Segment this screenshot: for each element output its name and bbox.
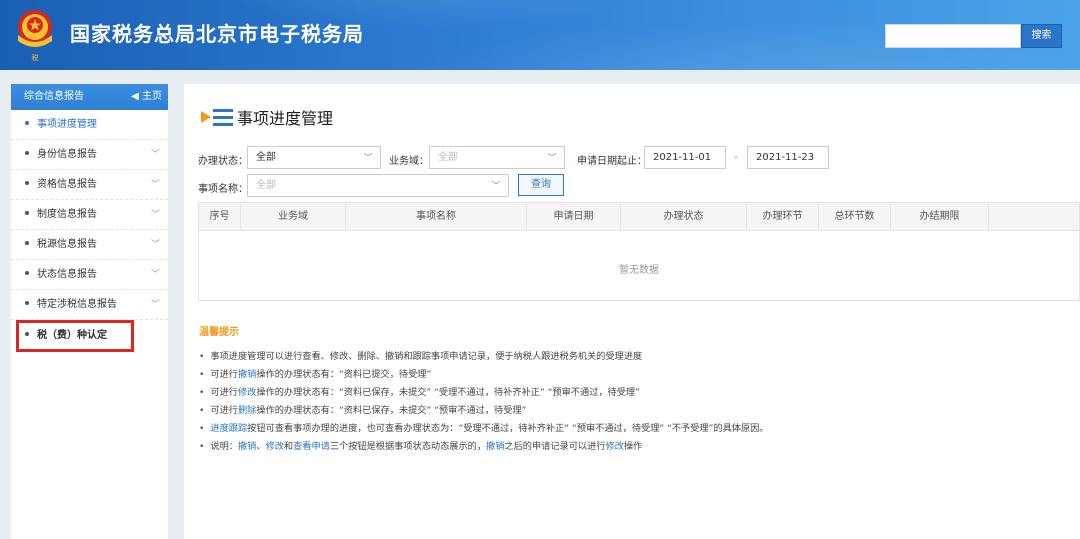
sidebar-item-tax-type-identification[interactable]: 税（费）种认定	[16, 320, 134, 352]
bullet-icon	[25, 181, 29, 185]
svg-text:税: 税	[32, 53, 39, 62]
sidebar-item-system[interactable]: 制度信息报告 ﹀	[11, 200, 168, 230]
domain-select[interactable]: 全部 ﹀	[429, 146, 565, 169]
chevron-down-icon: ﹀	[364, 153, 372, 162]
tip-line: 可进行修改操作的办理状态有：“资料已保存，未提交” “受理不通过，待补齐补正” …	[199, 384, 769, 402]
column-header: 申请日期	[527, 203, 621, 231]
revoke-link[interactable]: 撤销	[238, 369, 256, 380]
sidebar-item-tax-source[interactable]: 税源信息报告 ﹀	[11, 230, 168, 260]
chevron-down-icon: ﹀	[150, 240, 160, 250]
sidebar-item-label: 税（费）种认定	[37, 330, 107, 341]
sidebar-item-label: 状态信息报告	[37, 269, 97, 280]
column-header: 总环节数	[819, 203, 891, 231]
table-header: 序号 业务域 事项名称 申请日期 办理状态 办理环节 总环节数 办结期限	[199, 203, 1079, 231]
column-header: 办结期限	[891, 203, 989, 231]
item-name-select[interactable]: 全部 ﹀	[247, 174, 509, 197]
sidebar-item-status[interactable]: 状态信息报告 ﹀	[11, 260, 168, 290]
domain-select-value: 全部	[438, 152, 458, 163]
tips-title: 温馨提示	[199, 327, 239, 338]
tip-line: 说明：撤销、修改和查看申请三个按钮是根据事项状态动态展示的，撤销之后的申请记录可…	[199, 438, 769, 456]
column-header: 业务域	[241, 203, 346, 231]
bullet-icon	[25, 271, 29, 275]
sidebar-item-label: 事项进度管理	[37, 119, 97, 130]
delete-link[interactable]: 删除	[238, 405, 256, 416]
sidebar-item-progress[interactable]: 事项进度管理	[11, 110, 168, 140]
status-select-value: 全部	[256, 152, 276, 163]
status-label: 办理状态：	[198, 156, 248, 167]
tip-line: 可进行撤销操作的办理状态有：“资料已提交，待受理”	[199, 366, 769, 384]
chevron-down-icon: ﹀	[150, 150, 160, 160]
top-header: 税 国家税务总局北京市电子税务局 搜索	[0, 0, 1080, 70]
bullet-icon	[25, 332, 29, 336]
sidebar-item-label: 特定涉税信息报告	[37, 299, 117, 310]
item-name-select-value: 全部	[256, 180, 276, 191]
home-link[interactable]: ◀ 主页	[131, 84, 162, 110]
sidebar-item-label: 资格信息报告	[37, 179, 97, 190]
tip-line: 事项进度管理可以进行查看、修改、删除、撤销和跟踪事项申请记录，便于纳税人跟进税务…	[199, 348, 769, 366]
sidebar-header: 综合信息报告 ◀ 主页	[11, 84, 168, 110]
revoke-link[interactable]: 撤销	[486, 441, 504, 452]
modify-link[interactable]: 修改	[238, 387, 256, 398]
list-title-icon	[201, 107, 235, 127]
tip-line: 可进行删除操作的办理状态有：“资料已保存，未提交” “预审不通过，待受理”	[199, 402, 769, 420]
sidebar-item-label: 税源信息报告	[37, 239, 97, 250]
modify-link[interactable]: 修改	[605, 441, 623, 452]
modify-link[interactable]: 修改	[266, 441, 284, 452]
bullet-icon	[25, 151, 29, 155]
tips-list: 事项进度管理可以进行查看、修改、删除、撤销和跟踪事项申请记录，便于纳税人跟进税务…	[199, 348, 769, 456]
progress-tracking-link[interactable]: 进度跟踪	[210, 423, 247, 434]
chevron-down-icon: ﹀	[150, 210, 160, 220]
status-select[interactable]: 全部 ﹀	[247, 146, 381, 169]
header-search-button[interactable]: 搜索	[1021, 24, 1062, 48]
column-header: 序号	[199, 203, 241, 231]
bullet-icon	[25, 211, 29, 215]
column-header: 办理状态	[621, 203, 747, 231]
revoke-link[interactable]: 撤销	[238, 441, 256, 452]
tip-line: 进度跟踪按钮可查看事项办理的进度，也可查看办理状态为：“受理不通过，待补齐补正”…	[199, 420, 768, 438]
date-separator: -	[734, 152, 738, 163]
query-button[interactable]: 查询	[518, 174, 564, 196]
page-title-text: 事项进度管理	[237, 109, 334, 128]
column-header: 事项名称	[346, 203, 527, 231]
chevron-down-icon: ﹀	[150, 270, 160, 280]
bullet-icon	[25, 121, 29, 125]
site-title: 国家税务总局北京市电子税务局	[70, 22, 364, 46]
sidebar-item-label: 制度信息报告	[37, 209, 97, 220]
bullet-icon	[25, 301, 29, 305]
column-header: 办理环节	[747, 203, 819, 231]
view-application-link[interactable]: 查看申请	[293, 441, 330, 452]
chevron-down-icon: ﹀	[150, 300, 160, 310]
progress-table: 序号 业务域 事项名称 申请日期 办理状态 办理环节 总环节数 办结期限 暂无数…	[198, 202, 1080, 301]
date-start-input[interactable]: 2021-11-01	[644, 146, 726, 169]
tax-emblem-icon: 税	[18, 10, 52, 62]
domain-label: 业务域：	[389, 156, 429, 167]
item-name-label: 事项名称：	[198, 184, 248, 195]
sidebar-title: 综合信息报告	[24, 91, 84, 102]
sidebar: 综合信息报告 ◀ 主页 事项进度管理 身份信息报告 ﹀ 资格信息报告 ﹀ 制度信…	[11, 84, 168, 539]
back-arrow-icon: ◀	[131, 91, 139, 102]
sidebar-item-identity[interactable]: 身份信息报告 ﹀	[11, 140, 168, 170]
chevron-down-icon: ﹀	[492, 181, 500, 190]
sidebar-item-special[interactable]: 特定涉税信息报告 ﹀	[11, 290, 168, 320]
date-end-input[interactable]: 2021-11-23	[747, 146, 829, 169]
page-title: 事项进度管理	[201, 104, 333, 130]
bullet-icon	[25, 241, 29, 245]
home-link-label: 主页	[142, 91, 162, 102]
header-search-input[interactable]	[885, 24, 1021, 48]
date-range-label: 申请日期起止：	[577, 156, 647, 167]
empty-table-message: 暂无数据	[619, 265, 659, 276]
sidebar-item-qualification[interactable]: 资格信息报告 ﹀	[11, 170, 168, 200]
chevron-down-icon: ﹀	[548, 153, 556, 162]
sidebar-item-label: 身份信息报告	[37, 149, 97, 160]
main-content: 事项进度管理 办理状态： 全部 ﹀ 业务域： 全部 ﹀ 申请日期起止： 2021…	[184, 84, 1080, 539]
chevron-down-icon: ﹀	[150, 180, 160, 190]
